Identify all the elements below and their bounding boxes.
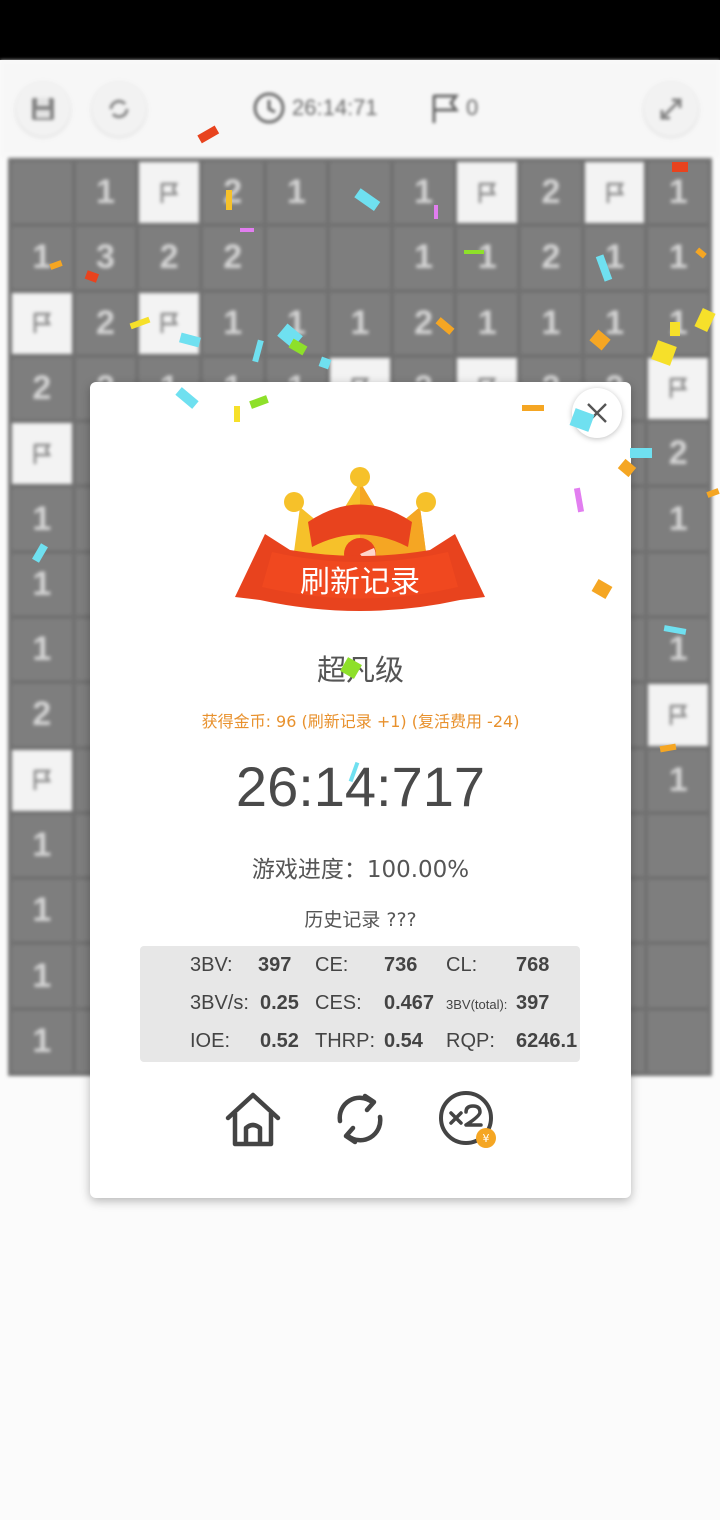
flag-count: 0 [466,95,479,120]
game-progress: 游戏进度：100.00% [251,857,470,883]
close-button[interactable] [572,388,622,438]
timer-display: 26:14:71 [252,88,378,128]
stat-value-3bv: 397 [258,954,292,976]
stat-label-3bv-total: 3BV(total): [446,997,508,1012]
replay-button[interactable] [325,1084,395,1154]
home-button[interactable] [218,1084,288,1154]
rank-title: 超凡级 [316,653,404,687]
stats-panel: 3BV: 397 CE: 736 CL: 768 3BV/s: 0.25 CES… [140,946,580,1062]
refresh-icon [109,99,129,119]
game-toolbar: 26:14:71 0 [0,60,720,158]
history-record: 历史记录 ??? [304,909,417,931]
clock-icon [253,92,285,124]
close-icon [587,403,607,423]
home-icon [225,1092,281,1147]
timer-value: 26:14:71 [292,95,378,120]
stat-value-ioe: 0.52 [260,1030,299,1052]
flag-counter: 0 [428,88,478,128]
stat-label-ces: CES: [315,992,362,1014]
stat-label-3bv: 3BV: [190,954,233,976]
stat-value-3bv-total: 397 [516,992,550,1014]
stat-value-ce: 736 [384,954,418,976]
stat-label-ioe: IOE: [190,1030,231,1052]
coin-icon: ¥ [483,1132,490,1145]
fullscreen-button[interactable] [644,82,698,136]
stat-label-cl: CL: [446,954,478,976]
stat-label-3bvs: 3BV/s: [190,992,249,1014]
coins-earned: 获得金币: 96 (刷新记录 +1) (复活费用 -24) [201,712,520,731]
save-icon [32,98,54,120]
stat-label-thrp: THRP: [315,1030,375,1052]
stat-value-ces: 0.467 [384,992,435,1014]
stat-label-rqp: RQP: [446,1030,495,1052]
stat-value-thrp: 0.54 [384,1030,423,1052]
stat-value-rqp: 6246.1 [516,1030,578,1052]
save-button[interactable] [16,82,70,136]
final-time: 26:14:717 [235,755,486,818]
refresh-icon [337,1093,383,1145]
ribbon-label: 刷新记录 [300,565,420,600]
expand-icon [660,98,682,120]
stat-label-ce: CE: [315,954,349,976]
flag-icon [432,94,459,123]
stat-value-cl: 768 [516,954,550,976]
dialog-actions: ¥ [90,1084,631,1154]
record-dialog: 刷新记录 超凡级 获得金币: 96 (刷新记录 +1) (复活费用 -24) 2… [90,382,631,1198]
double-reward-button[interactable]: ¥ [432,1084,502,1154]
status-bar [0,0,720,60]
stat-value-3bvs: 0.25 [260,992,299,1014]
restart-button[interactable] [92,82,146,136]
x2-icon: ¥ [439,1091,496,1148]
